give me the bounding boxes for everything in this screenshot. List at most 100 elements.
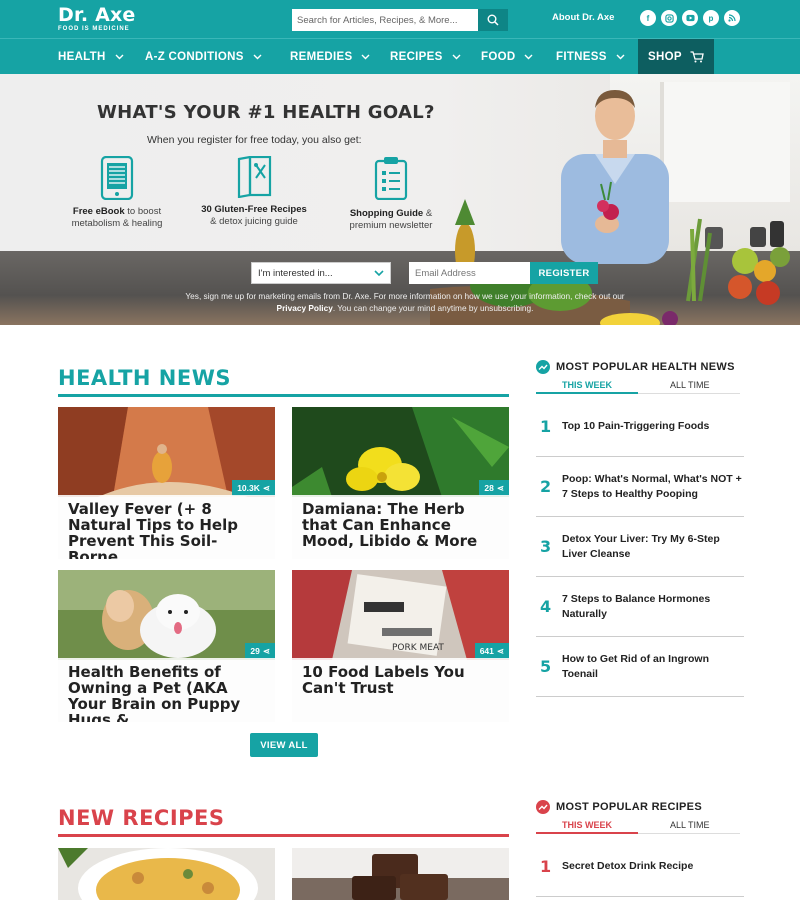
- search-icon: [487, 14, 499, 26]
- popular-news-item[interactable]: 3 Detox Your Liver: Try My 6-Step Liver …: [536, 517, 744, 577]
- search-button[interactable]: [478, 9, 508, 31]
- share-count-badge: 641 ⋖: [474, 643, 509, 659]
- rss-icon[interactable]: [724, 10, 740, 26]
- nav-health[interactable]: HEALTH: [58, 39, 124, 74]
- rank-number: 3: [540, 537, 552, 556]
- chevron-down-icon: [361, 54, 370, 60]
- trending-icon: [536, 800, 550, 814]
- health-news-title: HEALTH NEWS: [58, 366, 231, 390]
- popular-news-item[interactable]: 4 7 Steps to Balance Hormones Naturally: [536, 577, 744, 637]
- popular-recipes-tabs: THIS WEEK ALL TIME: [536, 818, 740, 834]
- nav-label: SHOP: [648, 50, 682, 63]
- pinterest-icon[interactable]: p: [703, 10, 719, 26]
- share-icon: ⋖: [262, 482, 270, 493]
- article-title: Damiana: The Herb that Can Enhance Mood,…: [292, 495, 509, 559]
- rank-number: 5: [540, 657, 552, 676]
- youtube-icon[interactable]: [682, 10, 698, 26]
- search-input[interactable]: [292, 9, 478, 31]
- nav-a-z-conditions[interactable]: A-Z CONDITIONS: [145, 39, 262, 74]
- tab-this-week[interactable]: THIS WEEK: [562, 820, 612, 830]
- instagram-icon[interactable]: [661, 10, 677, 26]
- popular-news-link: Top 10 Pain-Triggering Foods: [562, 420, 710, 432]
- chevron-down-icon: [616, 54, 625, 60]
- share-count-badge: 10.3K ⋖: [232, 480, 275, 496]
- benefit-text: to boost: [124, 206, 162, 217]
- cart-icon: [690, 50, 704, 63]
- tab-all-time[interactable]: ALL TIME: [670, 380, 710, 390]
- popular-news-item[interactable]: 1 Top 10 Pain-Triggering Foods: [536, 397, 744, 457]
- share-count: 641: [479, 646, 494, 656]
- tab-this-week[interactable]: THIS WEEK: [562, 380, 612, 390]
- nav-recipes[interactable]: RECIPES: [390, 39, 461, 74]
- popular-news-title: MOST POPULAR HEALTH NEWS: [556, 361, 735, 373]
- article-title: Valley Fever (+ 8 Natural Tips to Help P…: [58, 495, 275, 559]
- popular-news-item[interactable]: 2 Poop: What's Normal, What's NOT + 7 St…: [536, 457, 744, 517]
- recipe-image-brownies: [292, 848, 509, 900]
- recipe-image-soup: [58, 848, 275, 900]
- svg-text:PORK MEAT: PORK MEAT: [392, 643, 444, 653]
- share-count: 10.3K: [237, 483, 260, 493]
- popular-recipes-title: MOST POPULAR RECIPES: [556, 801, 702, 813]
- chevron-down-icon: [253, 54, 262, 60]
- rank-number: 1: [540, 857, 552, 876]
- share-icon: ⋖: [496, 645, 504, 656]
- top-header: Dr. Axe FOOD IS MEDICINE About Dr. Axe f…: [0, 0, 800, 38]
- interest-select-value: I'm interested in...: [258, 267, 333, 279]
- benefit-bold: Free eBook: [72, 206, 125, 217]
- nav-food[interactable]: FOOD: [481, 39, 533, 74]
- trending-icon: [536, 360, 550, 374]
- benefit-text-line2: & detox juicing guide: [210, 216, 298, 227]
- nav-remedies[interactable]: REMEDIES: [290, 39, 370, 74]
- hero-subtitle: When you register for free today, you al…: [147, 134, 362, 146]
- article-title: Health Benefits of Owning a Pet (AKA You…: [58, 658, 275, 722]
- article-card[interactable]: PORK MEAT 641 ⋖ 10 Food Labels You Can't …: [292, 570, 509, 722]
- view-all-button[interactable]: VIEW ALL: [250, 733, 318, 757]
- facebook-icon[interactable]: f: [640, 10, 656, 26]
- consent-text-pre: Yes, sign me up for marketing emails fro…: [185, 291, 625, 301]
- logo[interactable]: Dr. Axe FOOD IS MEDICINE: [58, 5, 136, 32]
- search-box: [292, 9, 508, 31]
- article-image-dog: [58, 570, 275, 660]
- nav-fitness[interactable]: FITNESS: [556, 39, 625, 74]
- popular-recipes-heading: MOST POPULAR RECIPES: [536, 800, 702, 814]
- ebook-icon: [100, 156, 134, 200]
- consent-text: Yes, sign me up for marketing emails fro…: [170, 290, 640, 314]
- new-recipes-title: NEW RECIPES: [58, 806, 225, 830]
- article-image-flower: [292, 407, 509, 497]
- logo-tagline: FOOD IS MEDICINE: [58, 26, 130, 32]
- popular-news-link: How to Get Rid of an Ingrown Toenail: [562, 652, 709, 680]
- nav-shop[interactable]: SHOP: [638, 39, 714, 74]
- privacy-policy-link[interactable]: Privacy Policy: [277, 303, 333, 313]
- popular-recipe-item[interactable]: 1 Secret Detox Drink Recipe: [536, 837, 744, 897]
- benefit-text-line2: premium newsletter: [349, 220, 433, 231]
- article-card[interactable]: 10.3K ⋖ Valley Fever (+ 8 Natural Tips to…: [58, 407, 275, 559]
- popular-news-link: Detox Your Liver: Try My 6-Step Liver Cl…: [562, 532, 720, 560]
- active-tab-indicator: [536, 832, 638, 834]
- chevron-down-icon: [115, 54, 124, 60]
- register-button[interactable]: REGISTER: [530, 262, 598, 284]
- benefit-bold: Shopping Guide: [349, 208, 424, 219]
- active-tab-indicator: [536, 392, 638, 394]
- social-links: f p: [640, 10, 740, 26]
- recipe-card[interactable]: [292, 848, 509, 900]
- popular-news-link: Poop: What's Normal, What's NOT + 7 Step…: [562, 472, 742, 500]
- article-card[interactable]: 29 ⋖ Health Benefits of Owning a Pet (AKA…: [58, 570, 275, 722]
- email-field[interactable]: [409, 262, 530, 284]
- chevron-down-icon: [452, 54, 461, 60]
- chevron-down-icon: [524, 54, 533, 60]
- article-title: 10 Food Labels You Can't Trust: [292, 658, 509, 722]
- benefit-recipes: 30 Gluten-Free Recipes & detox juicing g…: [192, 156, 316, 228]
- recipe-card[interactable]: [58, 848, 275, 900]
- benefit-text-line2: metabolism & healing: [71, 218, 163, 229]
- popular-news-tabs: THIS WEEK ALL TIME: [536, 378, 740, 394]
- share-icon: ⋖: [496, 482, 504, 493]
- interest-select[interactable]: I'm interested in...: [251, 262, 391, 284]
- about-link[interactable]: About Dr. Axe: [552, 12, 614, 23]
- article-card[interactable]: 28 ⋖ Damiana: The Herb that Can Enhance M…: [292, 407, 509, 559]
- tab-all-time[interactable]: ALL TIME: [670, 820, 710, 830]
- popular-news-link: 7 Steps to Balance Hormones Naturally: [562, 592, 711, 620]
- share-count-badge: 28 ⋖: [479, 480, 509, 496]
- rank-number: 2: [540, 477, 552, 496]
- popular-news-item[interactable]: 5 How to Get Rid of an Ingrown Toenail: [536, 637, 744, 697]
- clipboard-icon: [374, 157, 408, 200]
